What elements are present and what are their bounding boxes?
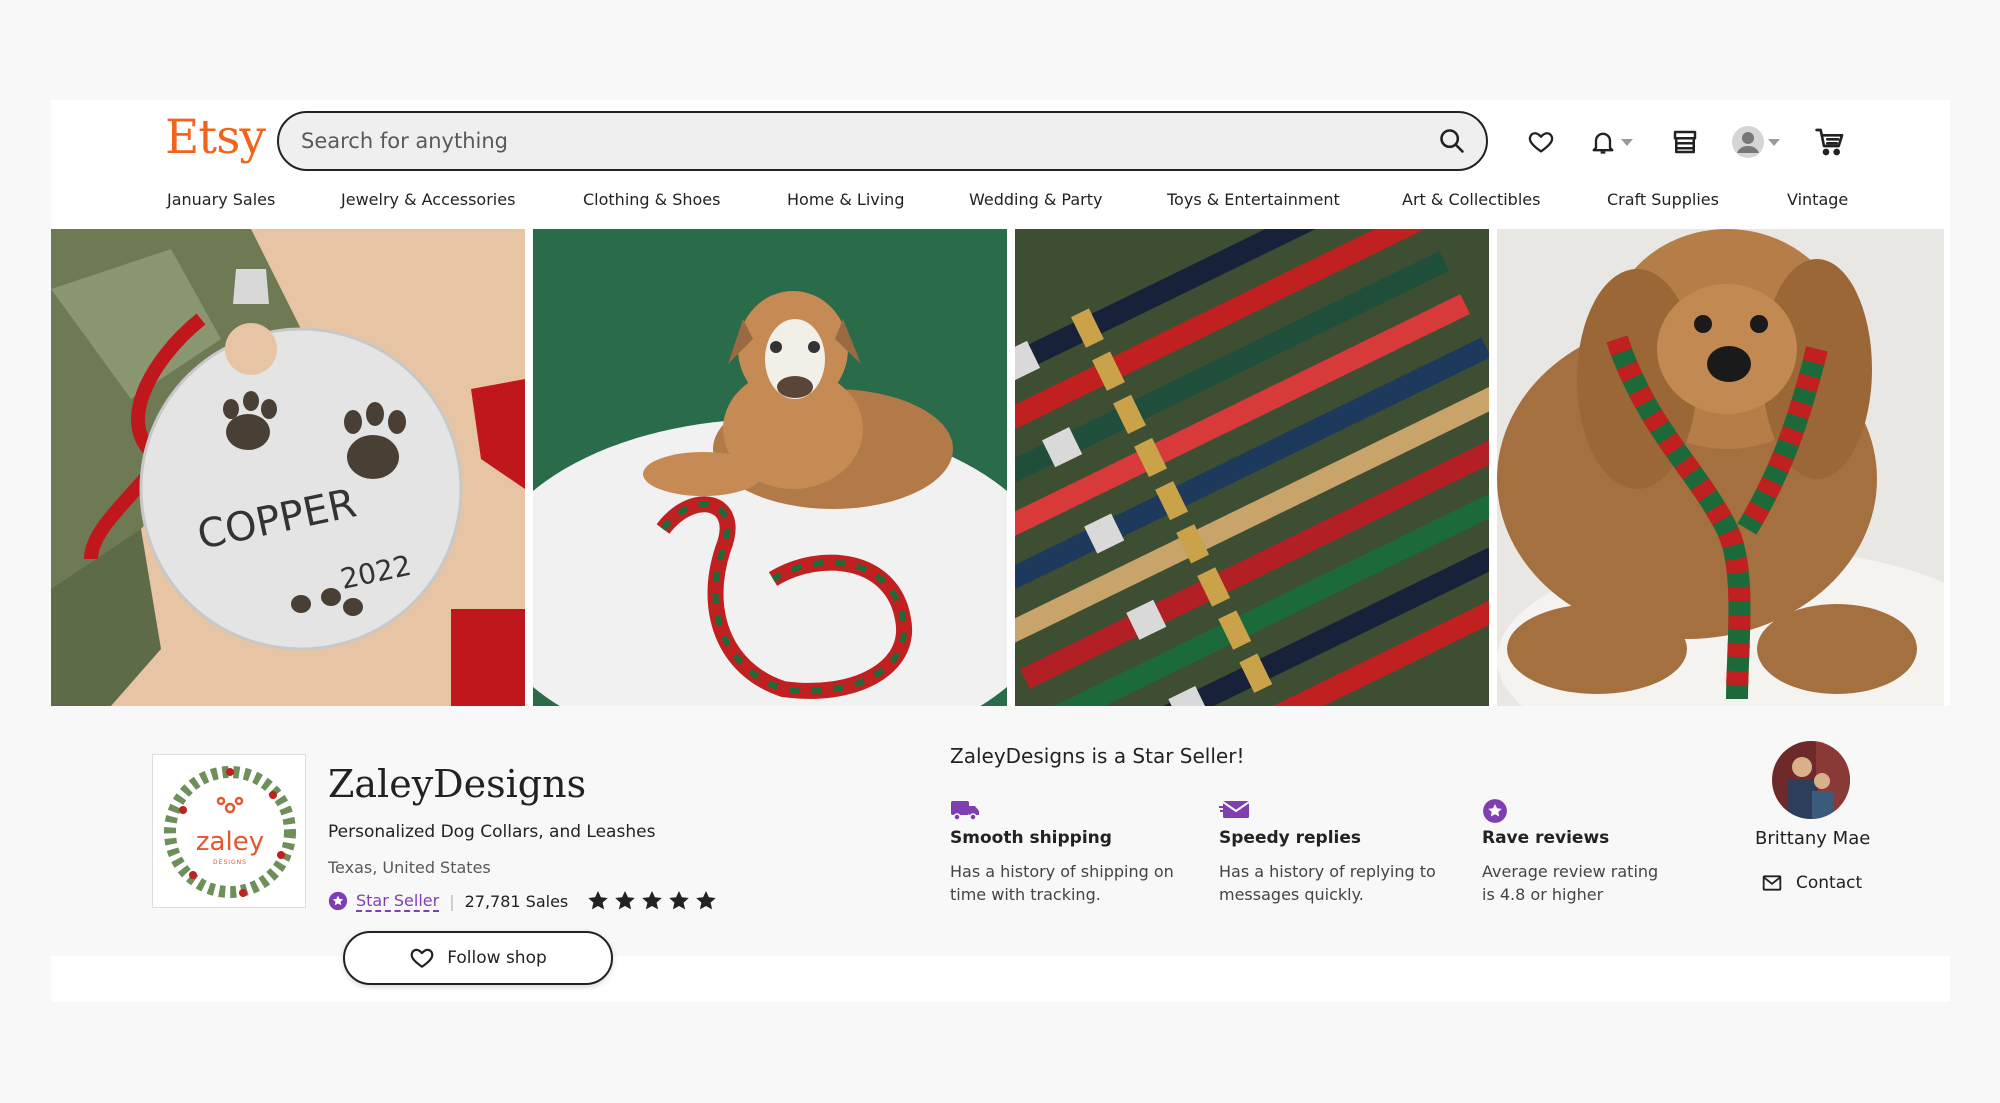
owner-name[interactable]: Brittany Mae <box>1755 828 1870 849</box>
perk-description: Has a history of shipping on time with t… <box>950 862 1174 904</box>
shop-location: Texas, United States <box>328 858 491 877</box>
star-icon <box>669 891 690 910</box>
perk-title: Rave reviews <box>1482 828 1610 848</box>
search-input[interactable] <box>301 113 1381 169</box>
shop-icon <box>1673 130 1697 154</box>
nav-item-january-sales[interactable]: January Sales <box>167 190 275 209</box>
shop-logo[interactable]: zaley DESIGNS <box>152 754 306 908</box>
category-nav: January Sales Jewelry & Accessories Clot… <box>51 190 1950 230</box>
shop-logo-text: zaley <box>196 827 264 857</box>
shop-banner: COPPER 2022 <box>51 229 1950 706</box>
nav-item-wedding[interactable]: Wedding & Party <box>969 190 1102 209</box>
envelope-icon <box>1219 801 1250 818</box>
avatar <box>1732 126 1764 158</box>
perk-rave-reviews: Rave reviews Average review rating is 4.… <box>1482 798 1722 906</box>
chevron-down-icon <box>1621 138 1633 146</box>
shop-name: ZaleyDesigns <box>328 762 587 806</box>
nav-item-craft[interactable]: Craft Supplies <box>1607 190 1719 209</box>
star-icon <box>588 891 609 910</box>
follow-shop-label: Follow shop <box>447 948 547 968</box>
search-button[interactable] <box>1432 121 1472 161</box>
nav-item-toys[interactable]: Toys & Entertainment <box>1167 190 1340 209</box>
envelope-icon <box>1762 875 1782 891</box>
shop-meta: Star Seller | 27,781 Sales <box>328 888 718 914</box>
etsy-logo[interactable]: Etsy <box>165 110 266 165</box>
nav-item-clothing[interactable]: Clothing & Shoes <box>583 190 720 209</box>
star-seller-link[interactable]: Star Seller <box>356 891 440 912</box>
perk-smooth-shipping: Smooth shipping Has a history of shippin… <box>950 798 1190 906</box>
banner-image-doodle <box>1497 229 1944 706</box>
banner-image-collars <box>1015 229 1489 706</box>
star-icon <box>642 891 663 910</box>
heart-icon <box>1528 132 1554 153</box>
search-icon <box>1440 129 1464 153</box>
perk-description: Average review rating is 4.8 or higher <box>1482 862 1659 904</box>
banner-image-puppy <box>533 229 1007 706</box>
sales-count: 27,781 Sales <box>464 891 569 911</box>
shop-manager-button[interactable] <box>1670 122 1700 162</box>
shop-logo-subtext: DESIGNS <box>213 859 247 866</box>
truck-icon <box>951 801 979 821</box>
chevron-down-icon <box>1768 138 1780 146</box>
shop-info-section: zaley DESIGNS ZaleyDesigns Personalized … <box>51 706 1950 985</box>
cart-button[interactable] <box>1814 122 1846 162</box>
nav-item-art[interactable]: Art & Collectibles <box>1402 190 1540 209</box>
favorites-button[interactable] <box>1527 122 1555 162</box>
perk-title: Smooth shipping <box>950 828 1112 848</box>
owner-avatar[interactable] <box>1772 741 1850 819</box>
nav-item-jewelry[interactable]: Jewelry & Accessories <box>341 190 515 209</box>
nav-item-home-living[interactable]: Home & Living <box>787 190 904 209</box>
banner-image-ornament: COPPER 2022 <box>51 229 525 706</box>
search-bar <box>277 111 1488 171</box>
perk-description: Has a history of replying to messages qu… <box>1219 862 1436 904</box>
perk-title: Speedy replies <box>1219 828 1362 848</box>
notifications-button[interactable] <box>1589 122 1633 162</box>
heart-icon <box>410 948 434 968</box>
divider: | <box>449 891 455 911</box>
star-seller-badge-icon <box>328 891 348 911</box>
etsy-shop-page: Etsy January Sales Jewelry & Accessories… <box>51 100 1950 1002</box>
contact-label: Contact <box>1796 873 1863 893</box>
star-badge-icon <box>1483 799 1507 823</box>
rating-stars[interactable] <box>586 889 718 913</box>
account-button[interactable] <box>1732 122 1780 162</box>
bell-icon <box>1592 132 1614 154</box>
follow-shop-button[interactable]: Follow shop <box>343 931 613 985</box>
star-icon <box>696 891 717 910</box>
cart-icon <box>1815 128 1844 156</box>
contact-button[interactable]: Contact <box>1762 873 1862 893</box>
star-seller-title: ZaleyDesigns is a Star Seller! <box>950 744 1245 768</box>
nav-item-vintage[interactable]: Vintage <box>1787 190 1848 209</box>
shop-tagline: Personalized Dog Collars, and Leashes <box>328 822 656 842</box>
star-icon <box>615 891 636 910</box>
perk-speedy-replies: Speedy replies Has a history of replying… <box>1219 798 1459 906</box>
